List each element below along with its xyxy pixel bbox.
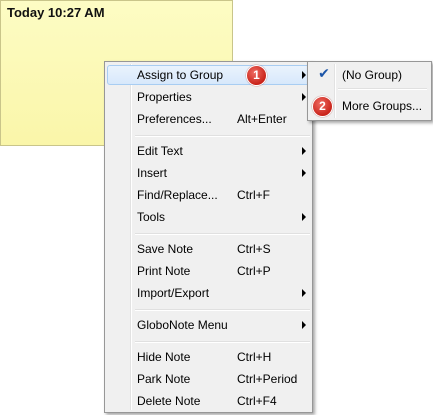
menu-separator bbox=[135, 309, 310, 311]
menu-item-shortcut: Alt+Enter bbox=[237, 112, 287, 126]
step-badge-1: 1 bbox=[246, 65, 267, 86]
menu-item-label: Find/Replace... bbox=[137, 188, 218, 202]
menu-item-shortcut: Ctrl+P bbox=[237, 264, 271, 278]
menu-item-label: Park Note bbox=[137, 372, 191, 386]
menu-item-find-replace[interactable]: Find/Replace... Ctrl+F bbox=[107, 185, 310, 205]
menu-item-label: Delete Note bbox=[137, 394, 201, 408]
submenu-arrow-icon bbox=[302, 93, 306, 101]
checkmark-icon: ✔ bbox=[318, 66, 330, 82]
submenu-item-label: More Groups... bbox=[342, 99, 423, 113]
menu-separator bbox=[135, 341, 310, 343]
menu-item-shortcut: Ctrl+F bbox=[237, 188, 270, 202]
submenu-arrow-icon bbox=[302, 321, 306, 329]
step-badge-2: 2 bbox=[312, 96, 333, 117]
menu-item-label: Edit Text bbox=[137, 144, 183, 158]
menu-item-label: Print Note bbox=[137, 264, 191, 278]
menu-separator bbox=[135, 135, 310, 137]
menu-item-properties[interactable]: Properties bbox=[107, 87, 310, 107]
menu-item-edit-text[interactable]: Edit Text bbox=[107, 141, 310, 161]
menu-item-label: GloboNote Menu bbox=[137, 318, 228, 332]
submenu-arrow-icon bbox=[302, 289, 306, 297]
submenu-arrow-icon bbox=[302, 169, 306, 177]
menu-item-insert[interactable]: Insert bbox=[107, 163, 310, 183]
menu-item-hide-note[interactable]: Hide Note Ctrl+H bbox=[107, 347, 310, 367]
note-title: Today 10:27 AM bbox=[7, 5, 105, 20]
submenu-arrow-icon bbox=[302, 71, 306, 79]
menu-item-delete-note[interactable]: Delete Note Ctrl+F4 bbox=[107, 391, 310, 411]
menu-item-label: Assign to Group bbox=[137, 68, 224, 82]
menu-item-label: Properties bbox=[137, 90, 192, 104]
menu-item-shortcut: Ctrl+Period bbox=[237, 372, 298, 386]
menu-item-label: Preferences... bbox=[137, 112, 212, 126]
menu-item-park-note[interactable]: Park Note Ctrl+Period bbox=[107, 369, 310, 389]
menu-item-label: Import/Export bbox=[137, 286, 210, 300]
menu-item-assign-to-group[interactable]: Assign to Group bbox=[107, 65, 310, 85]
menu-item-label: Insert bbox=[137, 166, 168, 180]
menu-item-shortcut: Ctrl+F4 bbox=[237, 394, 277, 408]
menu-separator bbox=[135, 233, 310, 235]
submenu-separator bbox=[338, 88, 427, 90]
menu-item-import-export[interactable]: Import/Export bbox=[107, 283, 310, 303]
menu-item-preferences[interactable]: Preferences... Alt+Enter bbox=[107, 109, 310, 129]
menu-item-save-note[interactable]: Save Note Ctrl+S bbox=[107, 239, 310, 259]
menu-item-label: Hide Note bbox=[137, 350, 191, 364]
submenu-item-no-group[interactable]: ✔ (No Group) bbox=[310, 64, 429, 86]
context-menu: Assign to Group Properties Preferences..… bbox=[104, 61, 313, 413]
menu-item-tools[interactable]: Tools bbox=[107, 207, 310, 227]
menu-item-print-note[interactable]: Print Note Ctrl+P bbox=[107, 261, 310, 281]
menu-item-globonote-menu[interactable]: GloboNote Menu bbox=[107, 315, 310, 335]
menu-item-label: Save Note bbox=[137, 242, 194, 256]
menu-item-shortcut: Ctrl+S bbox=[237, 242, 271, 256]
submenu-arrow-icon bbox=[302, 213, 306, 221]
submenu-arrow-icon bbox=[302, 147, 306, 155]
menu-item-shortcut: Ctrl+H bbox=[237, 350, 272, 364]
submenu-item-label: (No Group) bbox=[342, 68, 403, 82]
menu-item-label: Tools bbox=[137, 210, 166, 224]
